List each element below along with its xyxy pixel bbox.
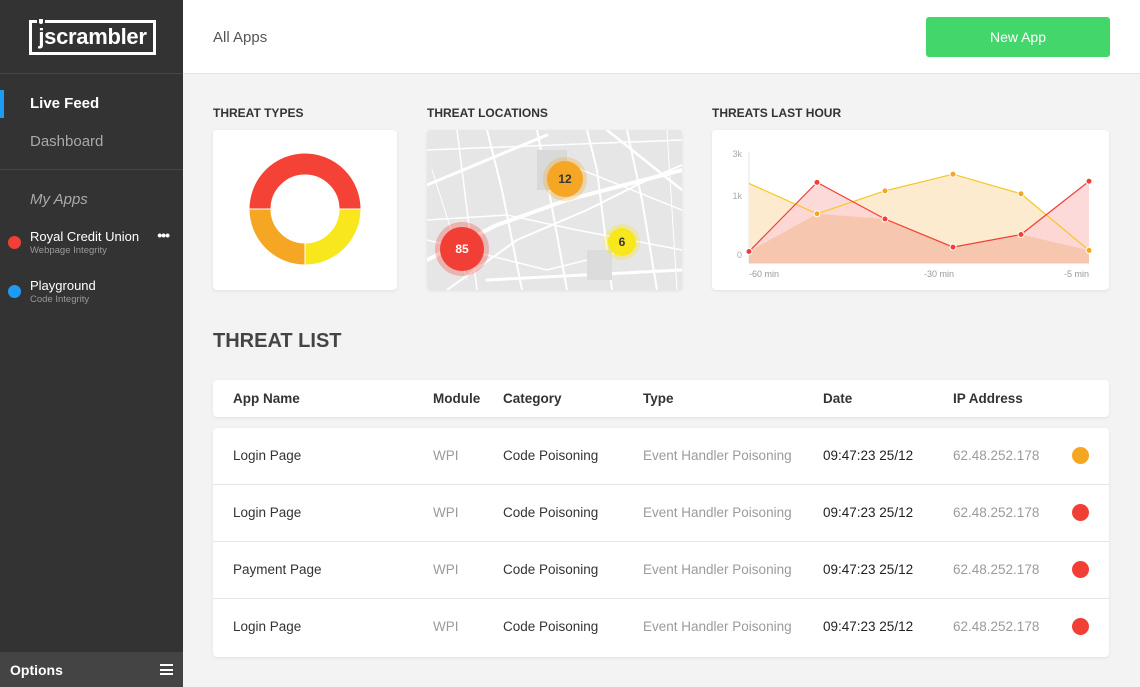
- app-subtitle: Code Integrity: [30, 294, 90, 305]
- column-header-ip-address[interactable]: IP Address: [953, 391, 1023, 406]
- logo-text: jscrambler: [38, 24, 147, 49]
- status-indicator: [1072, 561, 1089, 578]
- threat-locations-label: THREAT LOCATIONS: [427, 106, 548, 120]
- cell-type: Event Handler Poisoning: [643, 562, 792, 577]
- table-row[interactable]: Login Page WPI Code Poisoning Event Hand…: [213, 428, 1109, 485]
- sidebar-item-live-feed[interactable]: Live Feed: [0, 88, 183, 126]
- options-label: Options: [10, 661, 63, 678]
- cell-ip-address: 62.48.252.178: [953, 562, 1040, 577]
- cell-category: Code Poisoning: [503, 562, 599, 577]
- donut-slice-red[interactable]: [248, 152, 362, 210]
- hamburger-menu-icon[interactable]: [160, 664, 173, 675]
- threat-table-header: App Name Module Category Type Date IP Ad…: [213, 380, 1109, 417]
- table-row[interactable]: Login Page WPI Code Poisoning Event Hand…: [213, 599, 1109, 656]
- status-indicator: [1072, 447, 1089, 464]
- app-color-dot: [8, 285, 21, 298]
- column-header-app-name[interactable]: App Name: [233, 391, 300, 406]
- cell-module: WPI: [433, 619, 459, 634]
- threat-list-title: THREAT LIST: [213, 330, 342, 352]
- app-color-dot: [8, 236, 21, 249]
- new-app-button[interactable]: New App: [926, 17, 1110, 57]
- threats-last-hour-card: 3k 1k 0 -60 min -30 min -5 min: [712, 130, 1109, 290]
- map-cluster-marker[interactable]: 85: [440, 227, 484, 271]
- table-row[interactable]: Login Page WPI Code Poisoning Event Hand…: [213, 485, 1109, 542]
- logo-area: jscrambler: [0, 0, 183, 74]
- cell-app-name: Login Page: [233, 448, 302, 463]
- donut-slice-orange[interactable]: [248, 208, 306, 266]
- data-point-red[interactable]: [949, 243, 957, 251]
- my-apps-heading: My Apps: [30, 191, 88, 208]
- cell-date: 09:47:23 25/12: [823, 619, 914, 634]
- threat-types-label: THREAT TYPES: [213, 106, 304, 120]
- table-row[interactable]: Payment Page WPI Code Poisoning Event Ha…: [213, 542, 1109, 599]
- data-point-yellow[interactable]: [1085, 246, 1093, 254]
- cell-module: WPI: [433, 505, 459, 520]
- sidebar-item-dashboard[interactable]: Dashboard: [0, 126, 183, 164]
- status-indicator: [1072, 618, 1089, 635]
- cell-app-name: Login Page: [233, 619, 302, 634]
- cell-module: WPI: [433, 562, 459, 577]
- data-point-red[interactable]: [1085, 177, 1093, 185]
- sidebar-nav: Live Feed Dashboard: [0, 74, 183, 170]
- active-indicator: [0, 90, 4, 118]
- y-tick-label: 0: [737, 250, 742, 260]
- threat-types-card: [213, 130, 397, 290]
- data-point-red[interactable]: [745, 248, 753, 256]
- status-indicator: [1072, 504, 1089, 521]
- cell-category: Code Poisoning: [503, 448, 599, 463]
- sidebar-item-label: Dashboard: [30, 133, 104, 150]
- data-point-yellow[interactable]: [1017, 190, 1025, 198]
- data-point-red[interactable]: [813, 178, 821, 186]
- x-tick-label: -5 min: [1064, 269, 1089, 279]
- breadcrumb-all-apps[interactable]: All Apps: [213, 29, 267, 46]
- data-point-red[interactable]: [881, 215, 889, 223]
- cell-date: 09:47:23 25/12: [823, 448, 914, 463]
- map-cluster-marker[interactable]: 6: [608, 228, 636, 256]
- more-options-icon[interactable]: •••: [157, 227, 170, 243]
- data-point-yellow[interactable]: [881, 187, 889, 195]
- column-header-category[interactable]: Category: [503, 391, 562, 406]
- column-header-type[interactable]: Type: [643, 391, 674, 406]
- data-point-yellow[interactable]: [949, 170, 957, 178]
- cell-date: 09:47:23 25/12: [823, 562, 914, 577]
- sidebar: jscrambler Live Feed Dashboard My Apps R…: [0, 0, 183, 687]
- jscrambler-logo[interactable]: jscrambler: [29, 17, 156, 55]
- threats-last-hour-label: THREATS LAST HOUR: [712, 106, 842, 120]
- cell-category: Code Poisoning: [503, 505, 599, 520]
- y-tick-label: 1k: [732, 191, 742, 201]
- app-name: Playground: [30, 278, 96, 293]
- cell-ip-address: 62.48.252.178: [953, 448, 1040, 463]
- cell-app-name: Login Page: [233, 505, 302, 520]
- cell-type: Event Handler Poisoning: [643, 619, 792, 634]
- cell-ip-address: 62.48.252.178: [953, 619, 1040, 634]
- data-point-red[interactable]: [1017, 231, 1025, 239]
- cell-type: Event Handler Poisoning: [643, 448, 792, 463]
- x-tick-label: -30 min: [924, 269, 954, 279]
- cell-date: 09:47:23 25/12: [823, 505, 914, 520]
- threat-locations-map[interactable]: 85 12 6: [427, 130, 682, 290]
- cell-module: WPI: [433, 448, 459, 463]
- app-item-royal-credit-union[interactable]: Royal Credit Union Webpage Integrity •••: [0, 226, 183, 275]
- threats-last-hour-chart: 3k 1k 0 -60 min -30 min -5 min: [732, 149, 1093, 279]
- column-header-module[interactable]: Module: [433, 391, 480, 406]
- y-tick-label: 3k: [732, 149, 742, 159]
- app-subtitle: Webpage Integrity: [30, 245, 107, 256]
- threat-table-body: Login Page WPI Code Poisoning Event Hand…: [213, 428, 1109, 657]
- threat-types-donut-chart: [248, 152, 362, 266]
- cell-app-name: Payment Page: [233, 562, 322, 577]
- donut-slice-yellow[interactable]: [304, 208, 362, 266]
- map-cluster-marker[interactable]: 12: [547, 161, 583, 197]
- data-point-yellow[interactable]: [813, 210, 821, 218]
- sidebar-item-label: Live Feed: [30, 95, 100, 112]
- cell-ip-address: 62.48.252.178: [953, 505, 1040, 520]
- app-item-playground[interactable]: Playground Code Integrity: [0, 275, 183, 324]
- cell-type: Event Handler Poisoning: [643, 505, 792, 520]
- column-header-date[interactable]: Date: [823, 391, 852, 406]
- cell-category: Code Poisoning: [503, 619, 599, 634]
- top-header: All Apps New App: [183, 0, 1140, 74]
- options-bar[interactable]: Options: [0, 652, 183, 687]
- x-tick-label: -60 min: [749, 269, 779, 279]
